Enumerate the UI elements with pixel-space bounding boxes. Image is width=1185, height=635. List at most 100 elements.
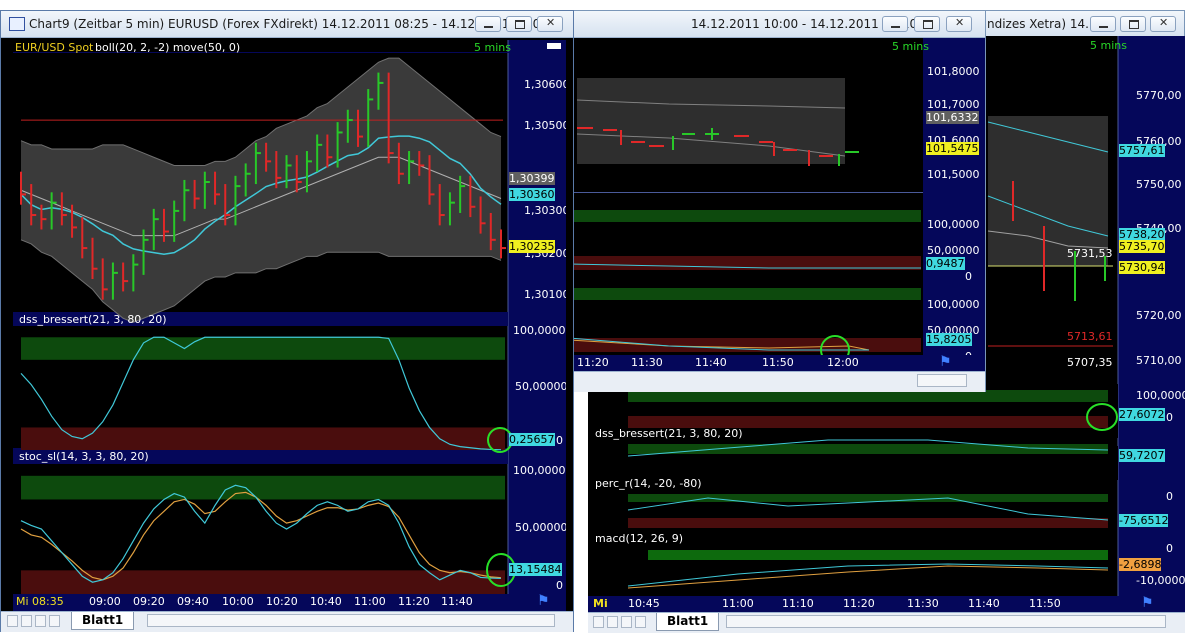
time-label: 11:20 [398,595,430,608]
maximize-button[interactable] [1120,16,1146,32]
prev-sheet-button[interactable] [21,615,32,627]
price-badge-gray: 101,6332 [926,111,979,124]
price-badge-3: 5735,70 [1119,240,1165,253]
bollinger-band-area [988,116,1108,266]
minimize-button[interactable] [475,16,501,32]
close-button[interactable] [537,16,563,32]
dss-panel-label: dss_bressert(21, 3, 80, 20) [19,313,167,326]
price-badge-yellow: 101,5475 [926,142,979,155]
right-macd-label: macd(12, 26, 9) [595,532,684,545]
right-dss-label: dss_bressert(21, 3, 80, 20) [595,427,743,440]
time-label: 11:40 [441,595,473,608]
front-window-titlebar[interactable]: Chart9 (Zeitbar 5 min) EURUSD (Forex FXd… [1,11,573,38]
y-tick: 0 [556,434,563,447]
panel-maximize-icon[interactable] [547,43,561,49]
last-sheet-button[interactable] [635,616,646,628]
time-label: 11:40 [968,597,1000,610]
main-legend-indicators: boll(20, 2, -2) move(50, 0) [95,41,241,54]
y-tick: 100,00000 [513,324,566,337]
svg-text:5770,00: 5770,00 [1136,89,1182,102]
svg-text:100,0000: 100,0000 [927,218,980,231]
sheet-tab[interactable]: Blatt1 [656,613,720,631]
time-label: 09:40 [177,595,209,608]
minimize-button[interactable] [882,16,908,32]
price-annotation-a: 5731,53 [1067,247,1113,260]
right-percr-label: perc_r(14, -20, -80) [595,477,702,490]
stoc-badge: 13,15484 [509,563,562,576]
middle-interval-label: 5 mins [892,40,929,53]
svg-text:5720,00: 5720,00 [1136,309,1182,322]
main-legend-symbol: EUR/USD Spot [15,41,94,54]
y-tick: 1,30100 [524,288,566,301]
horizontal-scrollbar[interactable] [726,615,1166,628]
right-interval-label: 5 mins [1090,39,1127,52]
horizontal-scrollbar[interactable] [917,374,967,387]
pin-icon[interactable]: ⚑ [939,354,952,370]
time-label: 11:00 [354,595,386,608]
right-window-title: ndizes Xetra) 14... [987,17,1097,31]
front-sheet-tabbar: Blatt1 [1,611,573,632]
minimize-button[interactable] [1090,16,1116,32]
front-time-axis: Mi 08:35 09:00 09:20 09:40 10:00 10:20 1… [13,593,566,611]
price-annotation-b: 5713,61 [1067,330,1113,343]
svg-text:100,0000: 100,0000 [927,298,980,311]
time-label: 11:30 [907,597,939,610]
next-sheet-button[interactable] [35,615,46,627]
price-badge-4: 5730,94 [1119,261,1165,274]
close-button[interactable] [946,16,972,32]
right-time-axis: Mi 10:45 11:00 11:10 11:20 11:30 11:40 1… [588,595,1185,612]
time-label: Mi [593,597,608,610]
svg-text:0: 0 [965,270,972,283]
front-interval-label: 5 mins [474,41,511,54]
time-label: Mi 08:35 [16,595,64,608]
time-label: 10:45 [628,597,660,610]
maximize-button[interactable] [914,16,940,32]
svg-text:5750,00: 5750,00 [1136,178,1182,191]
svg-text:101,8000: 101,8000 [927,65,980,78]
middle-chart-window: 14.12.2011 10:00 - 14.12.2011 12:10 ✕ 10… [568,10,986,392]
maximize-button[interactable] [506,16,532,32]
indicator-badge-1: 0,9487 [926,257,965,270]
prev-sheet-button[interactable] [607,616,618,628]
y-tick: 100,00000 [513,464,566,477]
dss-badge-right: 59,7207 [1119,449,1165,462]
next-sheet-button[interactable] [621,616,632,628]
y-tick: 1,30300 [524,204,566,217]
right-window-titlebar[interactable]: ndizes Xetra) 14... [963,11,1184,38]
svg-text:50,00000: 50,00000 [927,244,980,257]
svg-text:5710,00: 5710,00 [1136,354,1182,367]
time-label: 10:20 [266,595,298,608]
time-label: 11:40 [695,356,727,369]
time-label: 11:10 [782,597,814,610]
time-label: 11:50 [1029,597,1061,610]
dss-badge: 0,25657 [509,433,555,446]
price-badge-1: 5757,61 [1119,144,1165,157]
front-window-title: Chart9 (Zeitbar 5 min) EURUSD (Forex FXd… [29,17,548,31]
time-label: 11:20 [843,597,875,610]
pin-icon[interactable]: ⚑ [1141,595,1154,611]
time-label: 09:20 [133,595,165,608]
horizontal-scrollbar[interactable] [147,614,555,627]
time-label: 10:00 [222,595,254,608]
y-tick: 50,00000 [515,521,566,534]
price-badge-2: 1,30360 [509,188,555,201]
middle-window-titlebar[interactable]: 14.12.2011 10:00 - 14.12.2011 12:10 [569,11,985,38]
price-badge-1: 1,30399 [509,172,555,185]
chart-window-icon [9,17,25,31]
y-tick: 0 [556,579,563,592]
first-sheet-button[interactable] [7,615,18,627]
pin-icon[interactable]: ⚑ [537,593,550,609]
time-label: 10:40 [310,595,342,608]
first-sheet-button[interactable] [593,616,604,628]
time-label: 11:50 [762,356,794,369]
close-button[interactable] [1150,16,1176,32]
sheet-tab[interactable]: Blatt1 [71,612,135,630]
middle-scroll-area [569,371,985,392]
svg-text:101,5000: 101,5000 [927,168,980,181]
front-chart-window: Chart9 (Zeitbar 5 min) EURUSD (Forex FXd… [0,10,574,632]
overbought-zone [21,475,505,500]
y-tick: 50,00000 [515,380,566,393]
percr-badge: -75,6512 [1119,514,1169,527]
last-sheet-button[interactable] [49,615,60,627]
middle-chart-svg: 101,8000 101,7000 101,6000 101,5000 100,… [569,38,985,392]
